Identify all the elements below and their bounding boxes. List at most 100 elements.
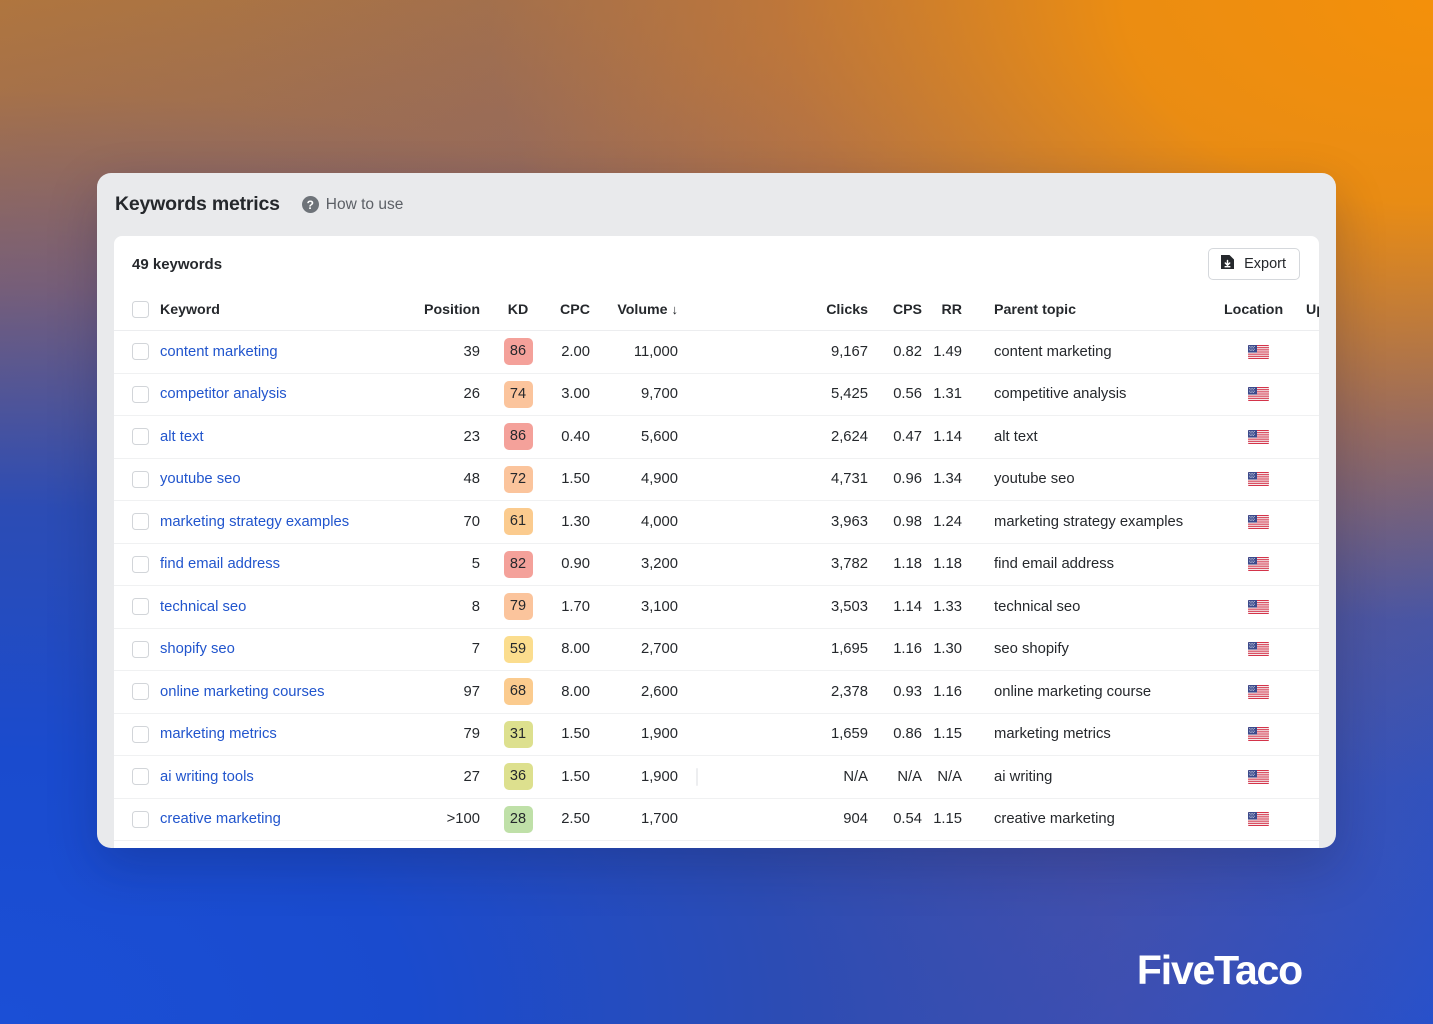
column-header-location[interactable]: Location (1216, 292, 1300, 331)
rr-cell: 1.24 (922, 501, 972, 544)
table-row[interactable]: competitor analysis 26 74 3.00 9,700 5,4… (114, 373, 1319, 416)
table-row[interactable]: shopify seo 7 59 8.00 2,700 1,695 1.16 1… (114, 628, 1319, 671)
kd-badge: 61 (504, 508, 533, 535)
rr-cell: 1.33 (922, 586, 972, 629)
update-cell: 2 h (1300, 756, 1319, 799)
cps-cell: 1.18 (868, 543, 922, 586)
column-header-position[interactable]: Position (418, 292, 496, 331)
us-flag-icon (1248, 345, 1269, 359)
table-row[interactable]: technical seo 8 79 1.70 3,100 3,503 1.14… (114, 586, 1319, 629)
location-cell (1216, 798, 1300, 841)
clicks-cell: 2,378 (800, 671, 868, 714)
location-cell (1216, 586, 1300, 629)
volume-bar-cell (678, 501, 800, 544)
volume-cell: 1,900 (598, 756, 678, 799)
rr-cell: 1.15 (922, 798, 972, 841)
column-header-rr[interactable]: RR (922, 292, 972, 331)
table-row[interactable]: content marketing 39 86 2.00 11,000 9,16… (114, 331, 1319, 374)
volume-bar-cell (678, 798, 800, 841)
keyword-link[interactable]: find email address (160, 556, 280, 572)
parent-topic-cell: competitive analysis (972, 373, 1216, 416)
keyword-link[interactable]: marketing strategy examples (160, 514, 349, 530)
keyword-link[interactable]: alt text (160, 429, 204, 445)
row-checkbox[interactable] (132, 343, 149, 360)
table-row[interactable]: online marketing courses 97 68 8.00 2,60… (114, 671, 1319, 714)
row-checkbox[interactable] (132, 556, 149, 573)
select-all-checkbox[interactable] (132, 301, 149, 318)
volume-bar-cell (678, 586, 800, 629)
update-cell: 2 h (1300, 331, 1319, 374)
us-flag-icon (1248, 557, 1269, 571)
cps-cell: 0.82 (868, 331, 922, 374)
column-header-parent-topic[interactable]: Parent topic (972, 292, 1216, 331)
column-header-update[interactable]: Update (1300, 292, 1319, 331)
rr-cell: 1.15 (922, 713, 972, 756)
keyword-cell: online marketing courses (160, 671, 418, 714)
us-flag-icon (1248, 430, 1269, 444)
parent-topic-cell: ai writing (972, 756, 1216, 799)
row-checkbox[interactable] (132, 386, 149, 403)
row-checkbox[interactable] (132, 811, 149, 828)
cps-cell: 1.16 (868, 628, 922, 671)
table-row[interactable]: ai writing tools 27 36 1.50 1,900 N/A N/… (114, 756, 1319, 799)
row-select-cell (114, 501, 160, 544)
keyword-cell: alt text (160, 416, 418, 459)
card-header: Keywords metrics ? How to use (97, 173, 1336, 236)
keyword-link[interactable]: marketing metrics (160, 726, 277, 742)
file-download-icon (1220, 254, 1235, 274)
table-row[interactable]: youtube seo 48 72 1.50 4,900 4,731 0.96 … (114, 458, 1319, 501)
keyword-link[interactable]: competitor analysis (160, 386, 287, 402)
keyword-link[interactable]: shopify seo (160, 641, 235, 657)
kd-cell: 61 (496, 501, 540, 544)
column-header-cps[interactable]: CPS (868, 292, 922, 331)
clicks-cell: 2,624 (800, 416, 868, 459)
keyword-link[interactable]: technical seo (160, 599, 246, 615)
row-checkbox[interactable] (132, 428, 149, 445)
kd-cell: 86 (496, 331, 540, 374)
column-header-cpc[interactable]: CPC (540, 292, 598, 331)
row-select-cell (114, 798, 160, 841)
keyword-cell: marketing strategy examples (160, 501, 418, 544)
row-checkbox[interactable] (132, 726, 149, 743)
table-row[interactable]: alt text 23 86 0.40 5,600 2,624 0.47 1.1… (114, 416, 1319, 459)
kd-badge: 79 (504, 593, 533, 620)
table-row[interactable]: creative marketing >100 28 2.50 1,700 90… (114, 798, 1319, 841)
us-flag-icon (1248, 770, 1269, 784)
how-to-use-link[interactable]: ? How to use (302, 196, 404, 214)
column-header-clicks[interactable]: Clicks (800, 292, 868, 331)
column-header-volume[interactable]: Volume ↓ (598, 292, 678, 331)
clicks-cell: 904 (800, 798, 868, 841)
row-checkbox[interactable] (132, 471, 149, 488)
us-flag-icon (1248, 812, 1269, 826)
keyword-link[interactable]: youtube seo (160, 471, 241, 487)
table-row[interactable]: marketing strategy examples 70 61 1.30 4… (114, 501, 1319, 544)
keyword-link[interactable]: online marketing courses (160, 684, 325, 700)
clicks-cell: 9,167 (800, 331, 868, 374)
row-checkbox[interactable] (132, 768, 149, 785)
keyword-count: 49 keywords (132, 256, 222, 273)
keyword-link[interactable]: ai writing tools (160, 769, 254, 785)
column-header-volume-bar (678, 292, 800, 331)
column-header-kd[interactable]: KD (496, 292, 540, 331)
position-cell: 70 (418, 501, 496, 544)
parent-topic-cell: find email address (972, 543, 1216, 586)
keyword-link[interactable]: creative marketing (160, 811, 281, 827)
volume-cell: 5,600 (598, 416, 678, 459)
export-button[interactable]: Export (1208, 248, 1300, 280)
table-row[interactable]: find email address 5 82 0.90 3,200 3,782… (114, 543, 1319, 586)
row-checkbox[interactable] (132, 641, 149, 658)
cpc-cell: 3.00 (540, 373, 598, 416)
kd-badge: 86 (504, 423, 533, 450)
table-row[interactable]: marketing metrics 79 31 1.50 1,900 1,659… (114, 713, 1319, 756)
keywords-table-panel: 49 keywords Export Keyword (114, 236, 1319, 848)
volume-cell: 3,100 (598, 586, 678, 629)
row-checkbox[interactable] (132, 598, 149, 615)
kd-badge: 82 (504, 551, 533, 578)
column-header-keyword[interactable]: Keyword (160, 292, 418, 331)
select-all-header (114, 292, 160, 331)
row-checkbox[interactable] (132, 683, 149, 700)
export-label: Export (1244, 256, 1286, 272)
row-checkbox[interactable] (132, 513, 149, 530)
keyword-link[interactable]: content marketing (160, 344, 278, 360)
table-header: Keyword Position KD CPC Volume ↓ Clicks … (114, 292, 1319, 331)
